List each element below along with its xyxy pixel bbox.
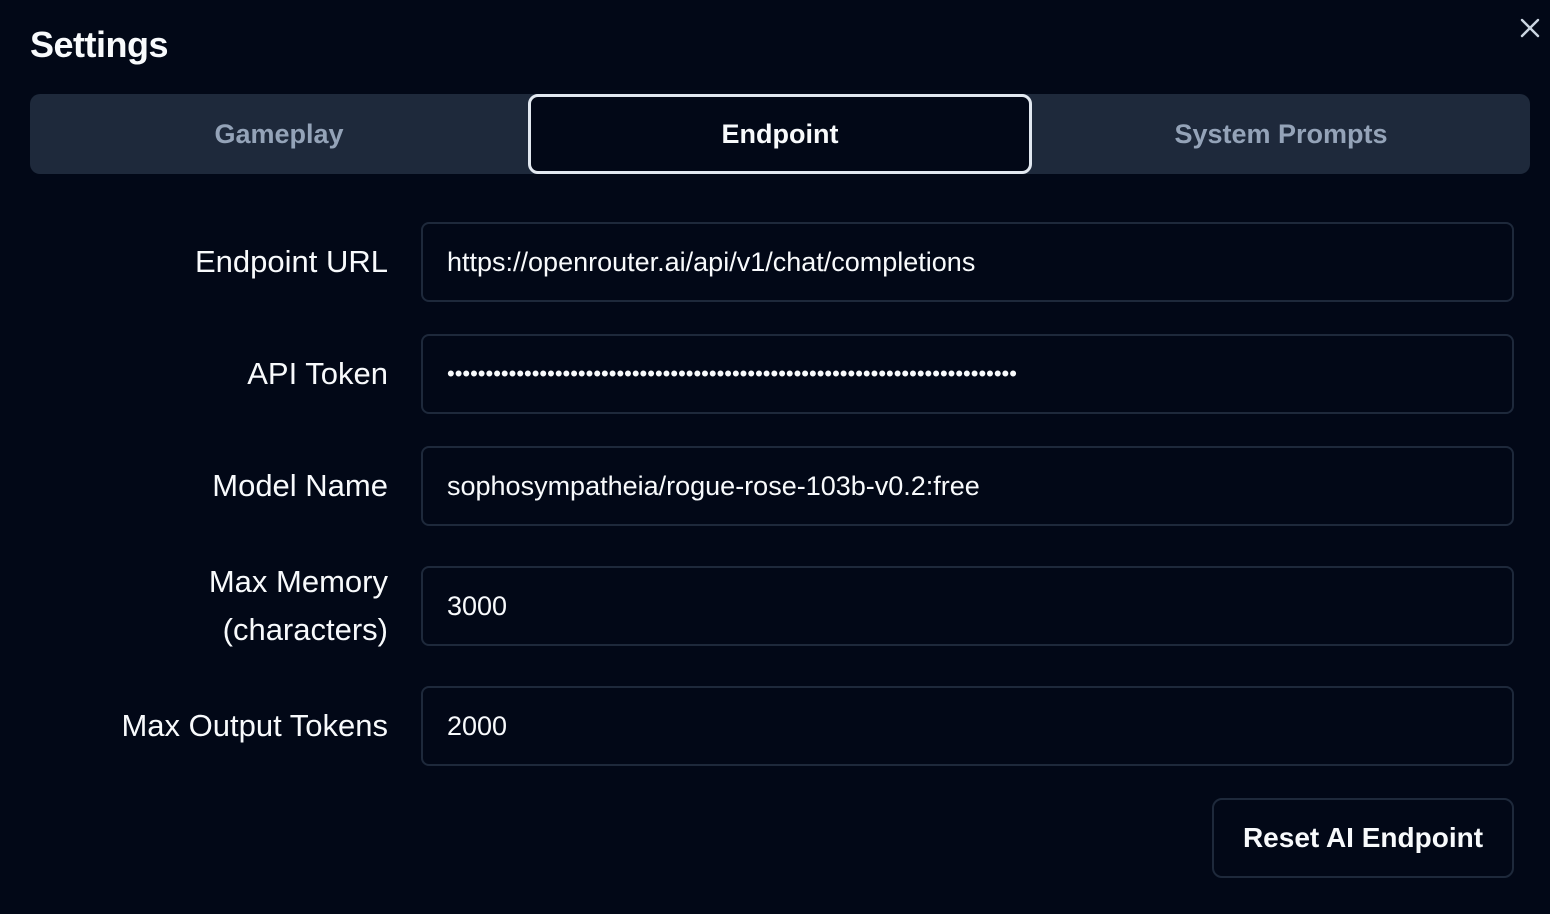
max-output-tokens-label: Max Output Tokens [121,708,388,743]
max-memory-label: Max Memory [208,564,388,599]
max-memory-input[interactable] [421,566,1514,646]
api-token-label: API Token [247,356,388,391]
endpoint-url-input[interactable] [421,222,1514,302]
reset-ai-endpoint-button[interactable]: Reset AI Endpoint [1212,798,1514,878]
tab-gameplay[interactable]: Gameplay [30,94,528,174]
tab-system-prompts[interactable]: System Prompts [1032,94,1530,174]
api-token-masked-value: ••••••••••••••••••••••••••••••••••••••••… [447,361,1017,386]
settings-dialog: Settings Gameplay Endpoint System Prompt… [0,0,1550,914]
endpoint-url-label: Endpoint URL [194,244,388,279]
api-token-input[interactable]: ••••••••••••••••••••••••••••••••••••••••… [421,334,1514,414]
close-icon [1520,18,1540,38]
tab-endpoint[interactable]: Endpoint [528,94,1032,174]
max-memory-label-units: (characters) [222,612,388,647]
dialog-title: Settings [30,24,169,65]
close-button[interactable] [1514,12,1546,44]
model-name-label: Model Name [212,468,388,503]
model-name-input[interactable] [421,446,1514,526]
settings-tabs: Gameplay Endpoint System Prompts [30,94,1530,174]
max-output-tokens-input[interactable] [421,686,1514,766]
